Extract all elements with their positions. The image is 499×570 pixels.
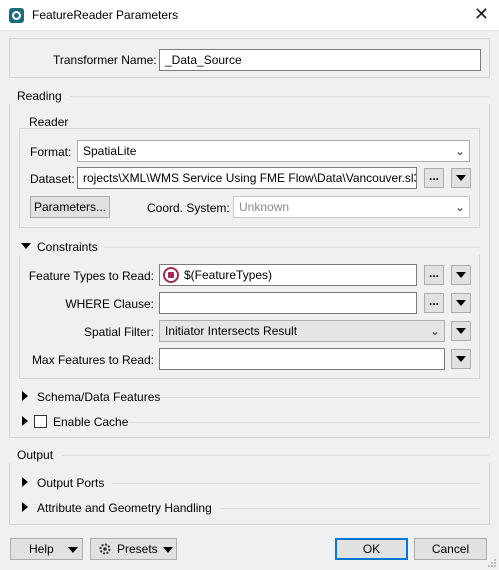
dataset-browse-button[interactable]: ... xyxy=(424,168,444,188)
attr-geom-expand-icon[interactable] xyxy=(22,502,28,512)
help-label: Help xyxy=(29,542,54,556)
enable-cache-checkbox[interactable] xyxy=(34,415,47,428)
dataset-input[interactable]: rojects\XML\WMS Service Using FME Flow\D… xyxy=(77,167,417,189)
window-title: FeatureReader Parameters xyxy=(32,8,179,22)
presets-label: Presets xyxy=(117,542,158,556)
output-ports-expand-icon[interactable] xyxy=(22,477,28,487)
constraints-section-title[interactable]: Constraints xyxy=(37,240,98,254)
chevron-down-icon: ⌄ xyxy=(454,144,465,158)
triangle-down-icon xyxy=(163,547,173,553)
schema-separator xyxy=(160,397,480,398)
gear-icon xyxy=(99,543,111,555)
format-label: Format: xyxy=(30,145,72,159)
format-value: SpatiaLite xyxy=(83,144,137,158)
coord-system-select[interactable]: Unknown ⌄ xyxy=(233,196,470,218)
transformer-name-input[interactable]: _Data_Source xyxy=(159,49,481,71)
where-clause-browse-button[interactable]: ... xyxy=(424,293,444,313)
max-features-input[interactable] xyxy=(159,348,445,370)
spatial-filter-select[interactable]: Initiator Intersects Result ⌄ xyxy=(159,320,445,342)
feature-types-icon xyxy=(163,267,179,283)
dataset-menu-button[interactable] xyxy=(451,168,471,188)
fme-app-icon xyxy=(9,8,24,23)
attr-geom-title[interactable]: Attribute and Geometry Handling xyxy=(37,501,212,515)
max-features-menu-button[interactable] xyxy=(451,349,471,369)
cancel-button[interactable]: Cancel xyxy=(414,538,487,560)
triangle-down-icon xyxy=(456,175,466,181)
chevron-down-icon: ⌄ xyxy=(429,324,440,338)
attr-geom-separator xyxy=(220,508,480,509)
triangle-down-icon xyxy=(456,356,466,362)
schema-expand-icon[interactable] xyxy=(22,391,28,401)
where-clause-menu-button[interactable] xyxy=(451,293,471,313)
spatial-filter-label: Spatial Filter: xyxy=(83,325,154,339)
spatial-filter-menu-button[interactable] xyxy=(451,321,471,341)
feature-types-label: Feature Types to Read: xyxy=(28,269,154,283)
coord-system-value: Unknown xyxy=(239,200,290,214)
dataset-label: Dataset: xyxy=(30,172,75,186)
presets-button[interactable]: Presets xyxy=(90,538,177,560)
feature-types-menu-button[interactable] xyxy=(451,265,471,285)
resize-grip-icon[interactable] xyxy=(487,558,497,568)
output-separator xyxy=(62,455,489,456)
triangle-down-icon xyxy=(456,328,466,334)
triangle-down-icon xyxy=(456,300,466,306)
parameters-button[interactable]: Parameters... xyxy=(30,196,110,218)
title-bar: FeatureReader Parameters ✕ xyxy=(0,0,499,31)
ok-button[interactable]: OK xyxy=(335,538,408,560)
transformer-name-label: Transformer Name: xyxy=(53,53,157,67)
output-ports-separator xyxy=(112,483,480,484)
help-button[interactable]: Help xyxy=(10,538,83,560)
constraints-expand-icon[interactable] xyxy=(21,243,31,249)
constraints-separator xyxy=(104,247,480,248)
cache-separator xyxy=(130,422,480,423)
feature-types-value: $(FeatureTypes) xyxy=(184,268,273,282)
triangle-down-icon xyxy=(68,547,78,553)
feature-types-browse-button[interactable]: ... xyxy=(424,265,444,285)
cache-expand-icon[interactable] xyxy=(22,416,28,426)
feature-types-input[interactable]: $(FeatureTypes) xyxy=(159,264,417,286)
max-features-label: Max Features to Read: xyxy=(31,353,154,367)
coord-system-label: Coord. System: xyxy=(147,201,230,215)
where-clause-input[interactable] xyxy=(159,292,417,314)
format-select[interactable]: SpatiaLite ⌄ xyxy=(77,140,470,162)
spatial-filter-value: Initiator Intersects Result xyxy=(165,324,298,338)
output-ports-title[interactable]: Output Ports xyxy=(37,476,104,490)
where-clause-label: WHERE Clause: xyxy=(65,297,154,311)
chevron-down-icon: ⌄ xyxy=(454,200,465,214)
reading-separator xyxy=(70,96,489,97)
close-icon[interactable]: ✕ xyxy=(474,4,489,24)
enable-cache-label[interactable]: Enable Cache xyxy=(53,415,128,429)
output-group xyxy=(9,463,490,525)
reader-section-title: Reader xyxy=(29,115,69,129)
reading-section-title: Reading xyxy=(17,89,62,103)
schema-section-title[interactable]: Schema/Data Features xyxy=(37,390,160,404)
output-section-title: Output xyxy=(17,448,54,462)
triangle-down-icon xyxy=(456,272,466,278)
